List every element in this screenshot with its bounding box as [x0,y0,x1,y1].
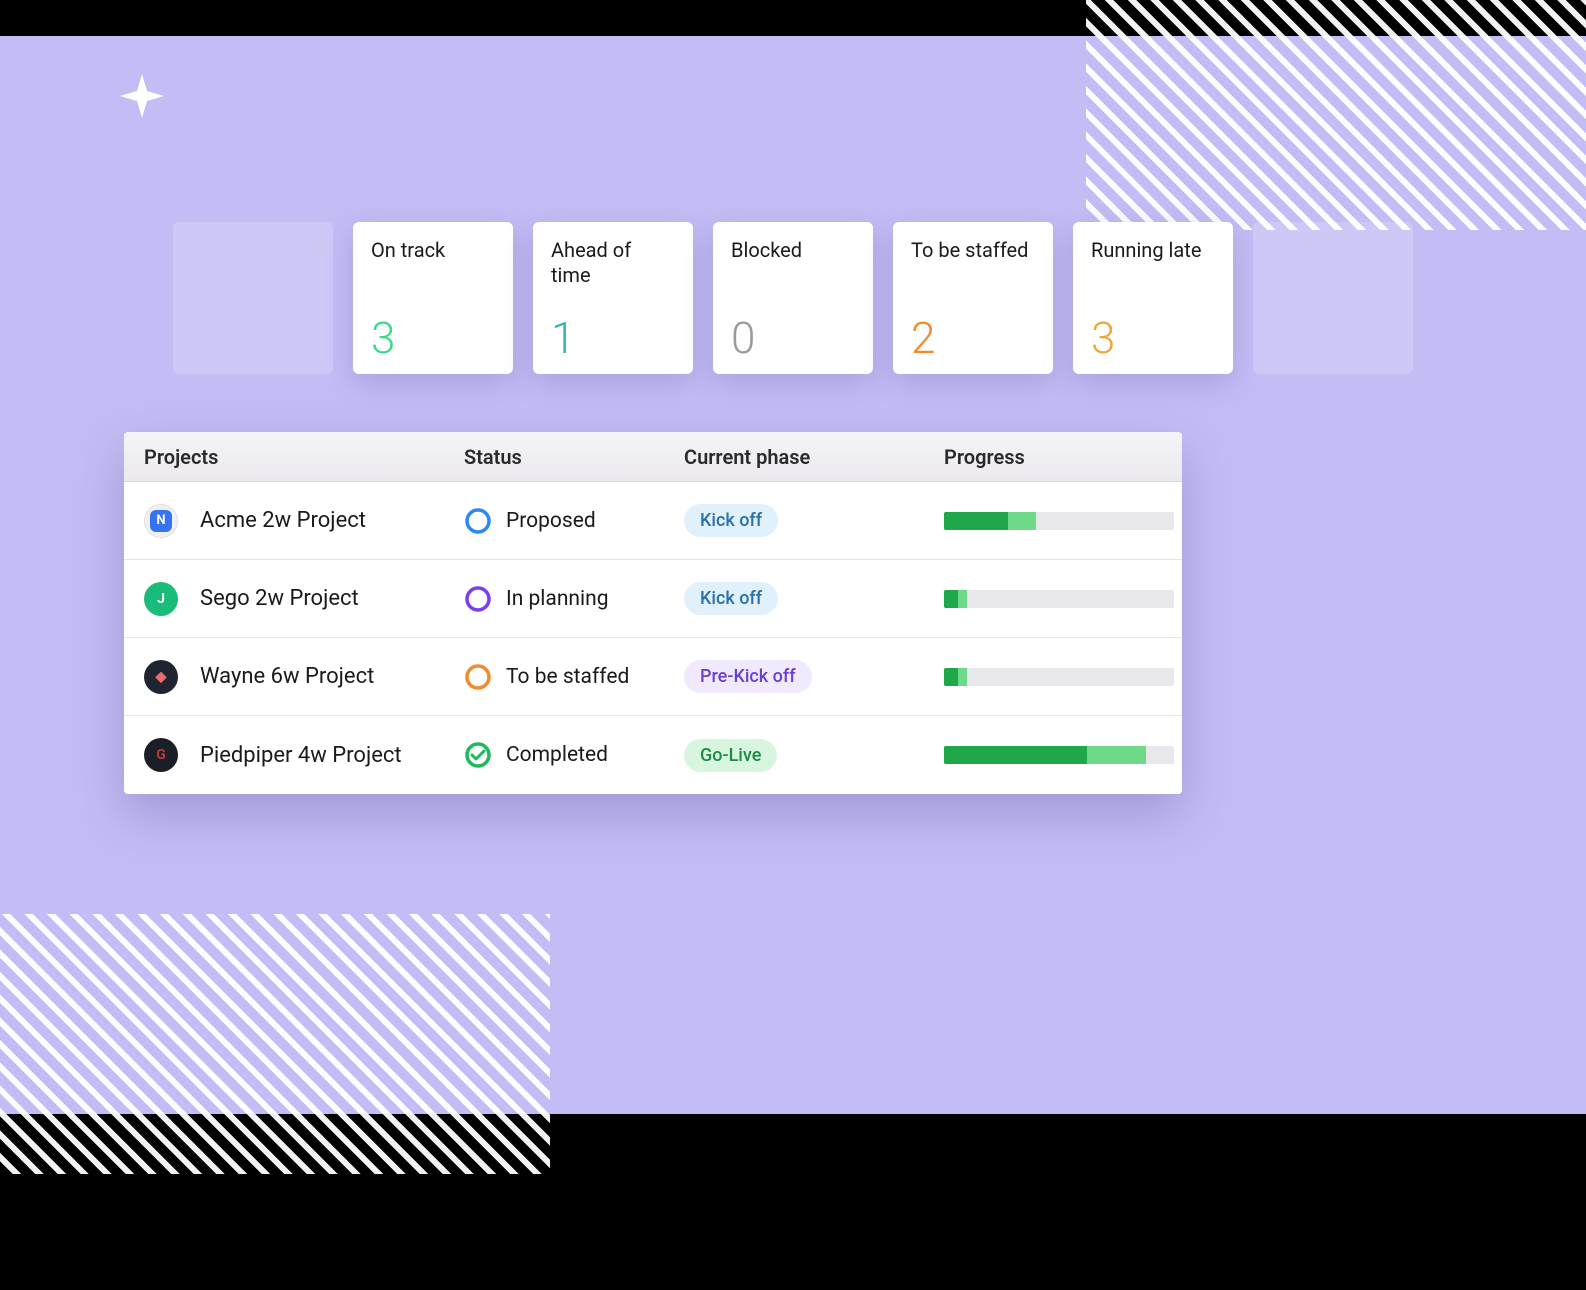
stat-value: 2 [911,316,1035,360]
column-header-progress: Progress [944,445,1162,469]
stat-label: On track [371,238,495,263]
phase-cell: Go-Live [684,739,944,772]
project-logo-icon: N [144,504,178,538]
stat-card-blocked[interactable]: Blocked 0 [713,222,873,374]
projects-table: Projects Status Current phase Progress N… [124,432,1182,794]
column-header-status: Status [464,445,684,469]
table-row[interactable]: G Piedpiper 4w Project Completed Go-Live [124,716,1182,794]
stat-value: 1 [551,316,675,360]
circle-icon [464,507,492,535]
stat-label: Blocked [731,238,855,263]
progress-bar [944,590,1174,608]
stat-value: 3 [1091,316,1215,360]
stat-value: 0 [731,316,855,360]
stat-card-ahead-of-time[interactable]: Ahead of time 1 [533,222,693,374]
stat-card-ghost [1253,222,1413,374]
stat-value: 3 [371,316,495,360]
project-name: Wayne 6w Project [200,664,374,689]
progress-bar [944,512,1174,530]
progress-cell [944,746,1174,764]
stat-card-ghost [173,222,333,374]
check-circle-icon [464,741,492,769]
status-label: To be staffed [506,665,629,689]
phase-pill: Pre-Kick off [684,660,812,693]
project-cell: ◆ Wayne 6w Project [144,660,464,694]
phase-cell: Kick off [684,504,944,537]
column-header-phase: Current phase [684,445,944,469]
progress-cell [944,668,1174,686]
circle-icon [464,585,492,613]
stat-card-to-be-staffed[interactable]: To be staffed 2 [893,222,1053,374]
column-header-projects: Projects [144,445,464,469]
project-cell: J Sego 2w Project [144,582,464,616]
stat-card-on-track[interactable]: On track 3 [353,222,513,374]
project-name: Sego 2w Project [200,586,359,611]
stats-row: On track 3 Ahead of time 1 Blocked 0 To … [0,222,1586,382]
stat-card-running-late[interactable]: Running late 3 [1073,222,1233,374]
stat-label: Running late [1091,238,1215,263]
progress-cell [944,512,1174,530]
status-cell: Proposed [464,507,684,535]
project-logo-icon: G [144,738,178,772]
progress-bar [944,668,1174,686]
table-header: Projects Status Current phase Progress [124,432,1182,482]
stat-label: Ahead of time [551,238,675,288]
project-logo-icon: ◆ [144,660,178,694]
progress-cell [944,590,1174,608]
project-logo-icon: J [144,582,178,616]
table-row[interactable]: J Sego 2w Project In planning Kick off [124,560,1182,638]
status-label: Proposed [506,509,596,533]
decorative-pattern [0,914,550,1174]
phase-pill: Go-Live [684,739,777,772]
sparkle-icon [120,74,164,122]
status-label: Completed [506,743,608,767]
table-row[interactable]: ◆ Wayne 6w Project To be staffed Pre-Kick o… [124,638,1182,716]
status-cell: Completed [464,741,684,769]
status-label: In planning [506,587,609,611]
status-cell: In planning [464,585,684,613]
phase-pill: Kick off [684,582,778,615]
stat-label: To be staffed [911,238,1035,263]
project-name: Acme 2w Project [200,508,366,533]
decorative-pattern [1086,0,1586,230]
status-cell: To be staffed [464,663,684,691]
phase-cell: Pre-Kick off [684,660,944,693]
circle-icon [464,663,492,691]
project-name: Piedpiper 4w Project [200,743,402,768]
phase-cell: Kick off [684,582,944,615]
progress-bar [944,746,1174,764]
dashboard-canvas: On track 3 Ahead of time 1 Blocked 0 To … [0,36,1586,1114]
phase-pill: Kick off [684,504,778,537]
project-cell: G Piedpiper 4w Project [144,738,464,772]
table-row[interactable]: N Acme 2w Project Proposed Kick off [124,482,1182,560]
project-cell: N Acme 2w Project [144,504,464,538]
